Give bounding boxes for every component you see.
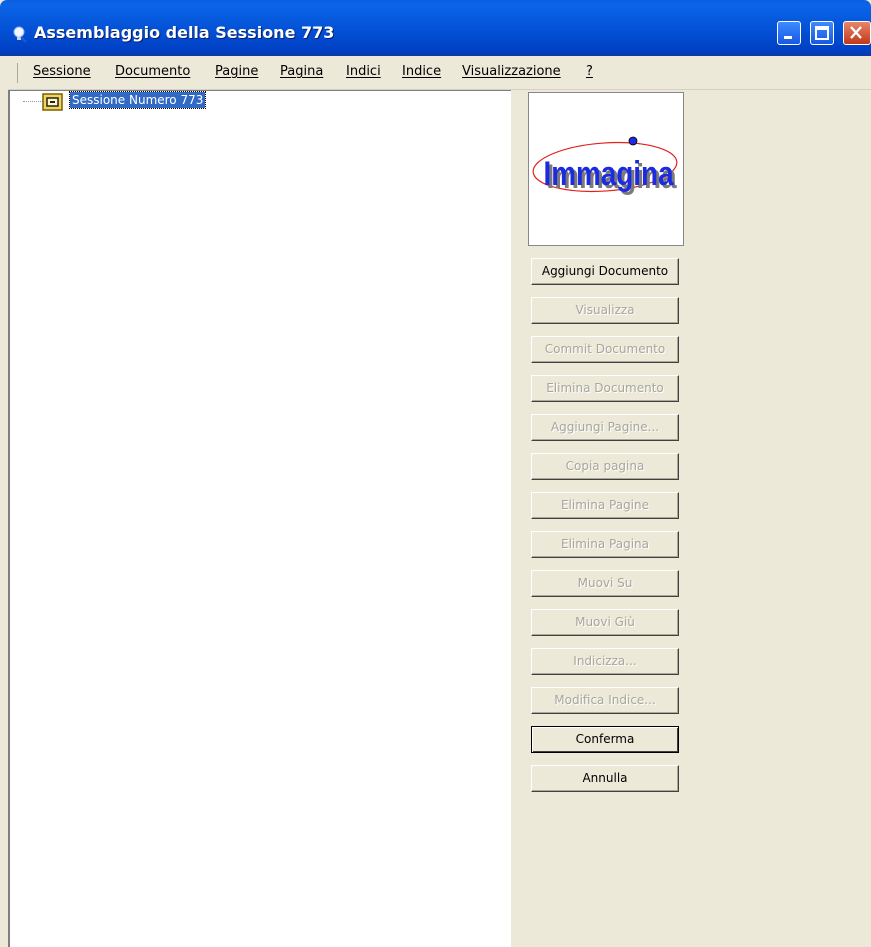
app-bulb-icon[interactable] (10, 25, 30, 45)
menu-pagina[interactable]: Pagina (280, 64, 323, 79)
title-bar[interactable]: Assemblaggio della Sessione 773 (0, 0, 871, 56)
delete-page-button[interactable]: Elimina Pagina (531, 531, 679, 558)
menu-sessione[interactable]: Sessione (33, 64, 91, 79)
menu-help[interactable]: ? (586, 64, 593, 79)
close-button[interactable] (843, 21, 871, 45)
cancel-button[interactable]: Annulla (531, 765, 679, 792)
maximize-icon (815, 26, 829, 40)
add-document-button[interactable]: Aggiungi Documento (531, 258, 679, 285)
index-button[interactable]: Indicizza... (531, 648, 679, 675)
menu-visualizzazione[interactable]: Visualizzazione (462, 64, 561, 79)
edit-index-button[interactable]: Modifica Indice... (531, 687, 679, 714)
minimize-button[interactable] (777, 21, 801, 45)
view-button[interactable]: Visualizza (531, 297, 679, 324)
move-up-button[interactable]: Muovi Su (531, 570, 679, 597)
move-down-button[interactable]: Muovi Giù (531, 609, 679, 636)
add-pages-button[interactable]: Aggiungi Pagine... (531, 414, 679, 441)
menu-indice[interactable]: Indice (402, 64, 441, 79)
minimize-icon (784, 36, 792, 39)
menu-bar: Sessione Documento Pagine Pagina Indici … (0, 56, 871, 90)
copy-page-button[interactable]: Copia pagina (531, 453, 679, 480)
logo-text: Immagina (543, 154, 674, 192)
maximize-button[interactable] (810, 21, 834, 45)
menu-pagine[interactable]: Pagine (215, 64, 258, 79)
tree-connector (23, 101, 43, 102)
window-title: Assemblaggio della Sessione 773 (34, 23, 335, 42)
delete-pages-button[interactable]: Elimina Pagine (531, 492, 679, 519)
immagina-logo: Immagina Immagina (528, 92, 684, 246)
close-icon (850, 26, 862, 39)
menu-grip (17, 63, 18, 83)
session-folder-icon[interactable] (42, 92, 64, 112)
logo-graphic: Immagina Immagina (532, 136, 678, 196)
delete-document-button[interactable]: Elimina Documento (531, 375, 679, 402)
tree-node-session[interactable]: Sessione Numero 773 (68, 91, 207, 109)
menu-indici[interactable]: Indici (346, 64, 381, 79)
window-left-border (0, 56, 8, 947)
session-tree-view[interactable] (8, 90, 511, 947)
commit-document-button[interactable]: Commit Documento (531, 336, 679, 363)
confirm-button[interactable]: Conferma (531, 726, 679, 753)
menu-documento[interactable]: Documento (115, 64, 190, 79)
